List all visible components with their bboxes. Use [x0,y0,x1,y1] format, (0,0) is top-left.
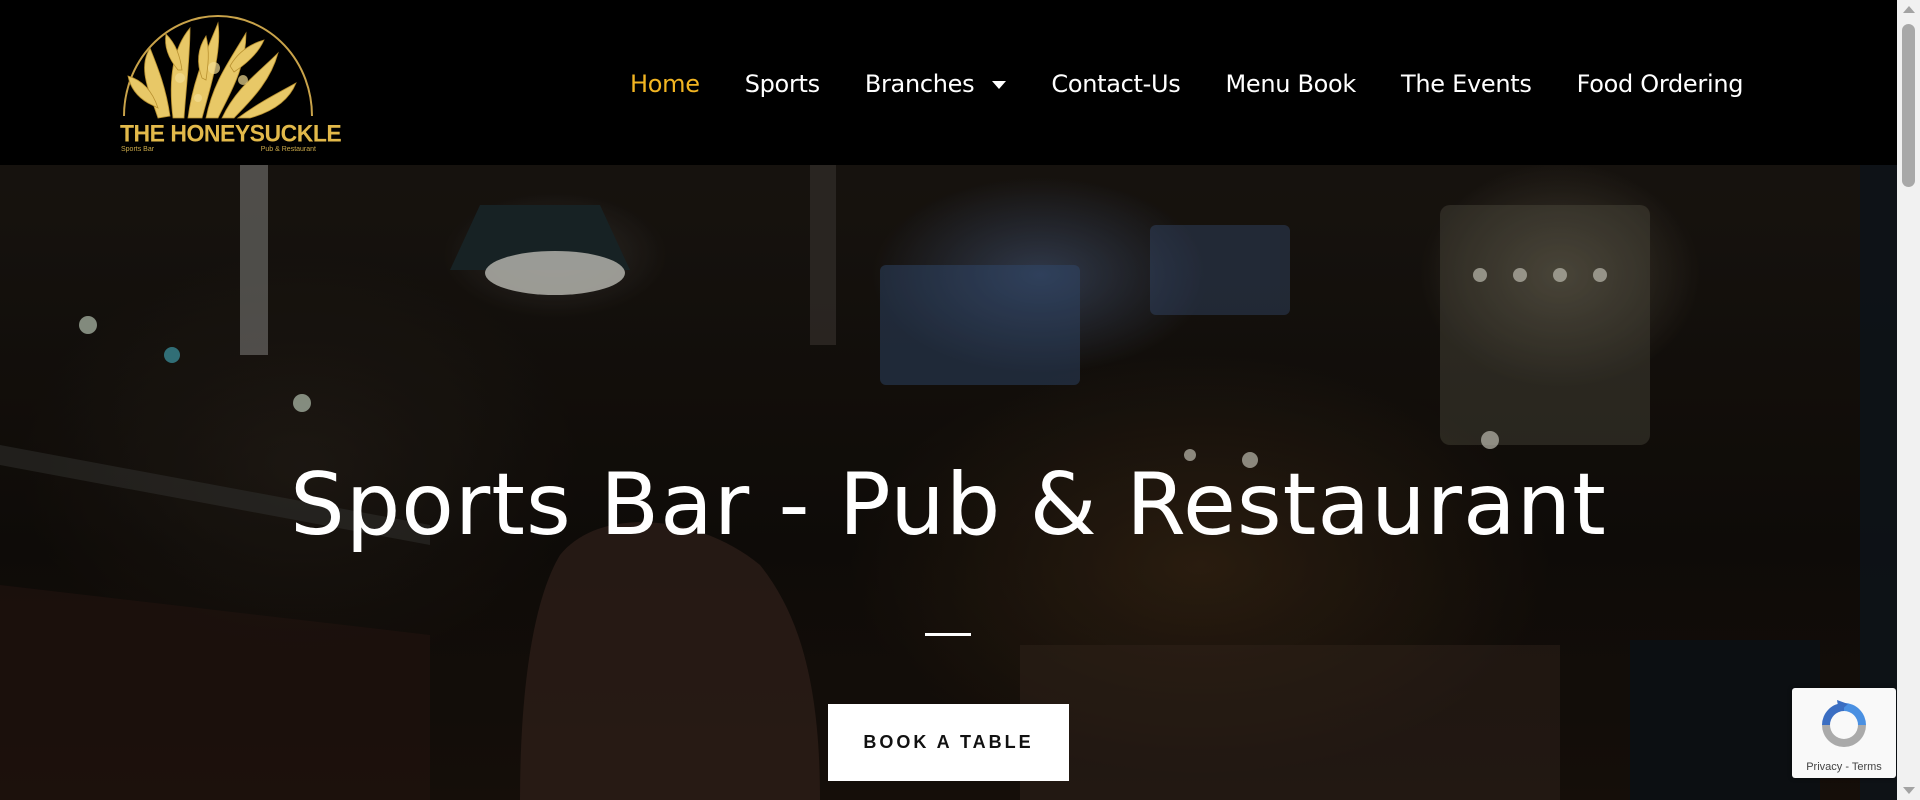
nav-item-food-ordering[interactable]: Food Ordering [1577,70,1744,98]
nav-item-home[interactable]: Home [630,70,700,98]
scroll-thumb[interactable] [1902,24,1915,187]
recaptcha-badge[interactable]: Privacy - Terms [1792,688,1896,778]
recaptcha-icon [1822,700,1866,747]
scroll-up-arrow-icon[interactable] [1903,6,1915,13]
nav-item-sports[interactable]: Sports [745,70,820,98]
logo-subtitle-left: Sports Bar [121,146,155,153]
nav-item-branches[interactable]: Branches [865,70,1007,98]
honeysuckle-logo[interactable]: THE HONEYSUCKLE Sports Bar Pub & Restaur… [118,8,342,158]
page-scrollbar[interactable] [1897,0,1920,800]
nav-item-contact-us[interactable]: Contact-Us [1051,70,1180,98]
main-nav: Home Sports Branches Contact-Us Menu Boo… [630,64,1743,104]
hero-title: Sports Bar - Pub & Restaurant [290,455,1607,555]
nav-item-branches-label: Branches [864,70,975,98]
book-a-table-button[interactable]: BOOK A TABLE [828,704,1069,781]
recaptcha-links: Privacy - Terms [1792,761,1896,773]
logo-title: THE HONEYSUCKLE [120,119,342,147]
nav-item-menu-book[interactable]: Menu Book [1225,70,1356,98]
recaptcha-privacy-link[interactable]: Privacy [1806,761,1842,773]
caret-down-icon[interactable] [992,81,1007,89]
logo-subtitle-right: Pub & Restaurant [260,146,316,153]
scroll-down-arrow-icon[interactable] [1903,787,1915,794]
hero-divider [925,633,971,636]
recaptcha-separator: - [1842,761,1852,773]
site-header: THE HONEYSUCKLE Sports Bar Pub & Restaur… [0,0,1897,165]
nav-item-the-events[interactable]: The Events [1401,70,1532,98]
recaptcha-terms-link[interactable]: Terms [1852,761,1882,773]
hero-section: Sports Bar - Pub & Restaurant BOOK A TAB… [0,165,1897,800]
